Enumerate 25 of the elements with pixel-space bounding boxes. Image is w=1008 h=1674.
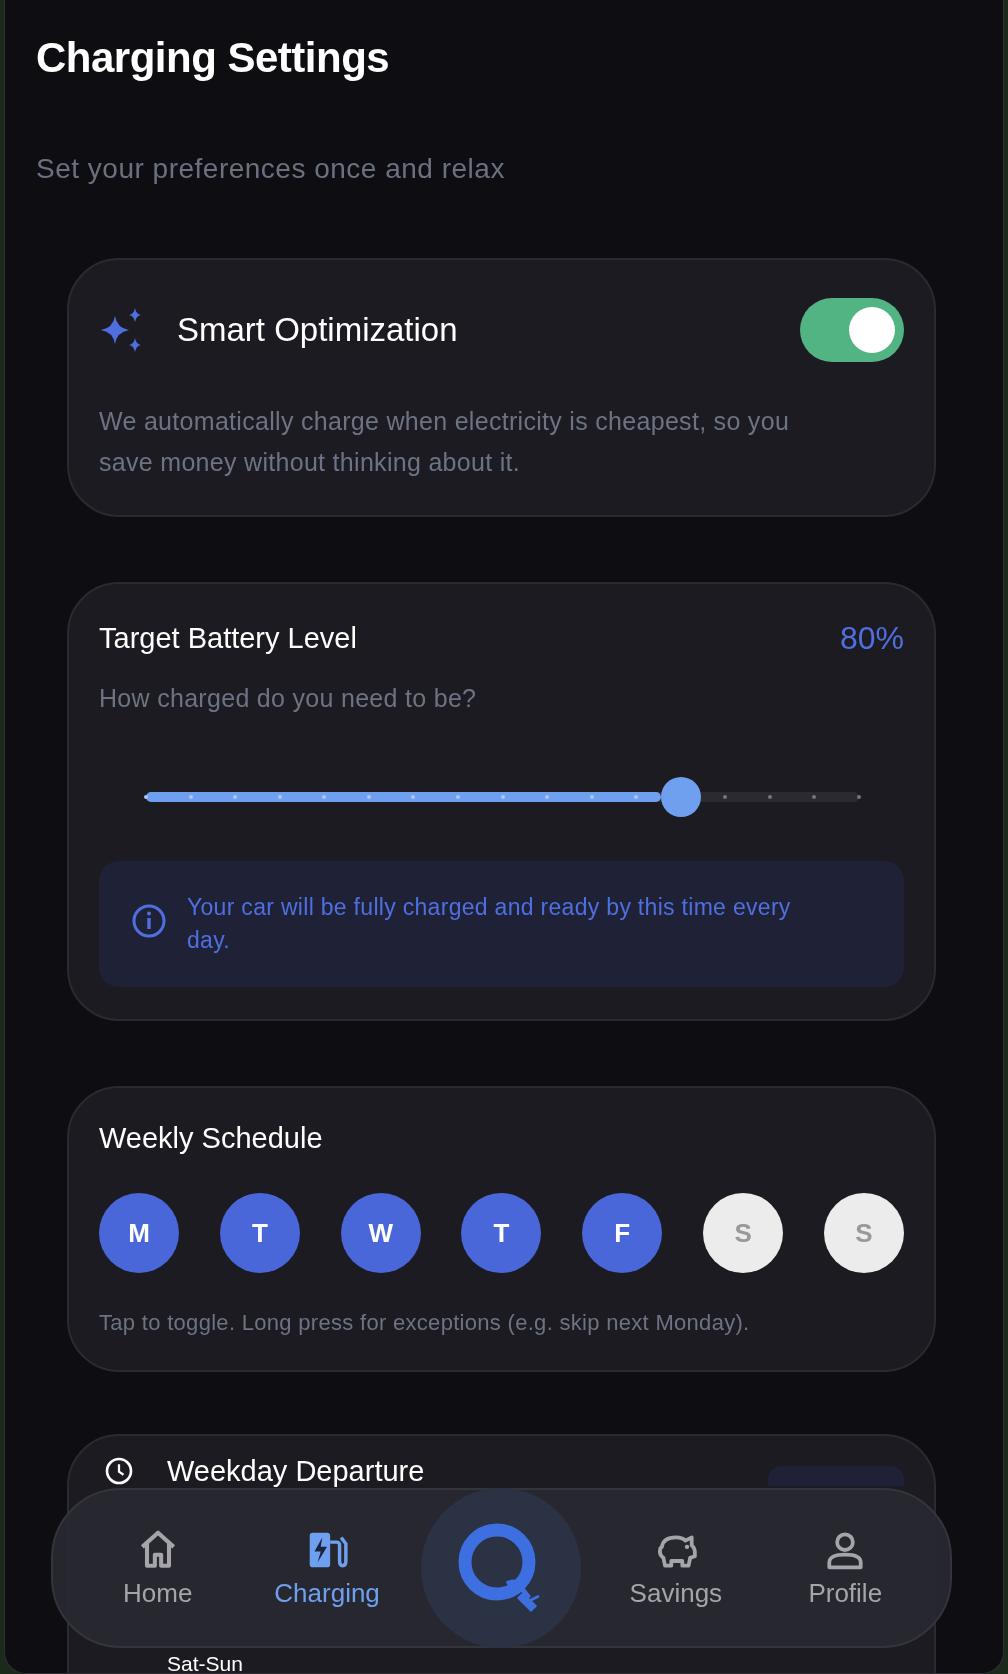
info-icon xyxy=(131,903,167,939)
departure-days: Sat-Sun xyxy=(167,1654,243,1673)
nav-tab[interactable]: Savings xyxy=(600,1527,751,1609)
hint-text: Tap to toggle. Long press for exceptions (e.g. skip next Monday). xyxy=(99,1310,751,1336)
nav-tab[interactable]: Home xyxy=(82,1527,233,1609)
card-description: We automatically charge when electricity is cheapest, so you save money without thinking about it. xyxy=(99,406,791,478)
battery-slider[interactable] xyxy=(146,777,859,817)
departure-title: Weekday Departure xyxy=(167,1456,426,1486)
day-toggle[interactable]: M xyxy=(99,1193,179,1273)
card-title: Weekly Schedule xyxy=(99,1122,324,1155)
card-subtitle: How charged do you need to be? xyxy=(99,684,478,713)
day-toggle[interactable]: F xyxy=(582,1193,663,1273)
nav-tab[interactable]: Profile xyxy=(770,1527,921,1609)
card-title: Smart Optimization xyxy=(177,311,459,349)
page-subtitle: Set your preferences once and relax xyxy=(36,153,506,185)
slider-thumb[interactable] xyxy=(660,777,701,817)
day-toggle[interactable]: W xyxy=(340,1193,421,1273)
nav-tab[interactable]: Charging xyxy=(252,1527,403,1609)
day-toggle[interactable]: T xyxy=(219,1193,300,1273)
page-title: Charging Settings xyxy=(36,34,391,82)
info-text: Your car will be fully charged and ready by this time every day. xyxy=(187,893,792,955)
card-title: Target Battery Level xyxy=(99,622,358,655)
clock-icon xyxy=(104,1456,134,1486)
battery-percentage: 80% xyxy=(839,620,904,657)
day-toggle[interactable]: T xyxy=(461,1193,542,1273)
